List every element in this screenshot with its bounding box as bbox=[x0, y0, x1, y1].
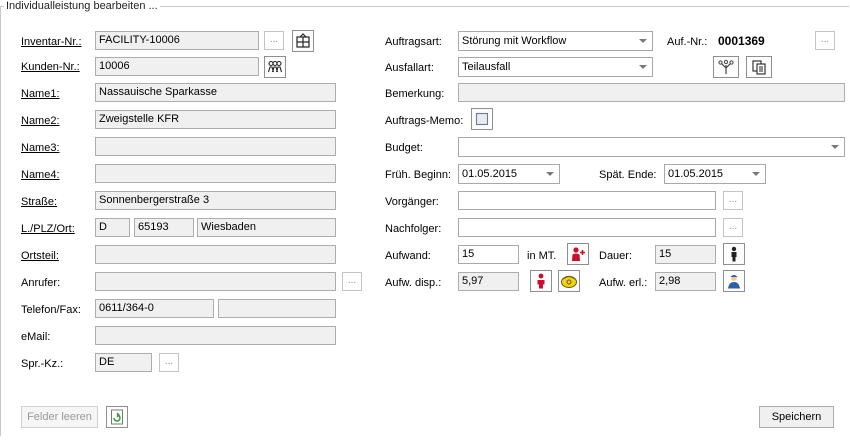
people-group-icon bbox=[267, 60, 283, 73]
memo-label: Auftrags-Memo: bbox=[385, 115, 464, 127]
aufw-disp-label: Aufw. disp.: bbox=[385, 277, 442, 289]
in-mt-label: in MT. bbox=[527, 250, 557, 262]
inventar-icon-button[interactable] bbox=[292, 30, 314, 52]
chevron-down-icon bbox=[639, 39, 647, 43]
fruh-beginn-label: Früh. Beginn: bbox=[385, 169, 452, 181]
inventar-label[interactable]: Inventar-Nr.: bbox=[21, 35, 82, 49]
workflow-button[interactable] bbox=[713, 56, 739, 78]
disp-phone-button[interactable] bbox=[558, 270, 580, 292]
aufw-erl-label: Aufw. erl.: bbox=[599, 277, 648, 289]
telefon-field[interactable]: 0611/364-0 bbox=[95, 299, 214, 318]
name2-label[interactable]: Name2: bbox=[21, 114, 60, 128]
vorganger-label: Vorgänger: bbox=[385, 196, 439, 208]
name4-label[interactable]: Name4: bbox=[21, 168, 60, 182]
lplzort-label[interactable]: L./PLZ/Ort: bbox=[21, 222, 75, 236]
fruh-beginn-value: 01.05.2015 bbox=[462, 168, 518, 180]
nachfolger-label: Nachfolger: bbox=[385, 223, 442, 235]
name4-field[interactable] bbox=[95, 164, 336, 183]
aufnr-label: Auf.-Nr.: bbox=[667, 36, 708, 48]
email-field[interactable] bbox=[95, 326, 336, 345]
ort-field[interactable]: Wiesbaden bbox=[197, 218, 336, 237]
group-title: Individualleistung bearbeiten ... bbox=[4, 0, 160, 12]
name1-field[interactable]: Nassauische Sparkasse bbox=[95, 83, 336, 102]
aufw-disp-field[interactable]: 5,97 bbox=[458, 272, 519, 291]
person-add-icon bbox=[572, 247, 585, 261]
refresh-icon bbox=[111, 409, 123, 425]
bemerkung-label: Bemerkung: bbox=[385, 88, 445, 100]
email-label: eMail: bbox=[21, 331, 51, 343]
name3-field[interactable] bbox=[95, 137, 336, 156]
aufwand-field[interactable]: 15 bbox=[458, 245, 519, 264]
anrufer-label: Anrufer: bbox=[21, 277, 61, 289]
chevron-down-icon bbox=[546, 172, 554, 176]
building-grid-icon bbox=[296, 33, 310, 48]
anrufer-field[interactable] bbox=[95, 272, 336, 291]
aufwand-person-button[interactable] bbox=[567, 243, 589, 265]
ausfallart-select[interactable]: Teilausfall bbox=[458, 57, 653, 77]
kunden-label[interactable]: Kunden-Nr.: bbox=[21, 60, 80, 74]
name2-field[interactable]: Zweigstelle KFR bbox=[95, 110, 336, 129]
bemerkung-field[interactable] bbox=[458, 83, 845, 102]
disp-person-button[interactable] bbox=[530, 270, 552, 292]
anrufer-browse-button[interactable]: ... bbox=[342, 272, 362, 291]
dauer-field[interactable]: 15 bbox=[655, 245, 716, 264]
tree-hierarchy-icon bbox=[718, 59, 734, 74]
sprkz-field[interactable]: DE bbox=[95, 353, 152, 372]
spat-ende-label: Spät. Ende: bbox=[599, 169, 657, 181]
inventar-field[interactable]: FACILITY-10006 bbox=[95, 31, 259, 50]
spat-ende-value: 01.05.2015 bbox=[668, 168, 724, 180]
refresh-button[interactable] bbox=[106, 406, 128, 428]
aufw-erl-field[interactable]: 2,98 bbox=[655, 272, 716, 291]
kunden-icon-button[interactable] bbox=[264, 56, 286, 78]
chevron-down-icon bbox=[831, 145, 839, 149]
land-field[interactable]: D bbox=[95, 218, 130, 237]
ausfallart-value: Teilausfall bbox=[462, 61, 511, 73]
budget-select[interactable] bbox=[458, 137, 845, 157]
aufnr-browse-button[interactable]: ... bbox=[815, 31, 835, 50]
vorganger-field[interactable] bbox=[458, 191, 716, 210]
nachfolger-browse-button[interactable]: ... bbox=[723, 218, 743, 237]
inventar-browse-button[interactable]: ... bbox=[264, 31, 284, 50]
telefon-label: Telefon/Fax: bbox=[21, 304, 81, 316]
felder-leeren-button[interactable]: Felder leeren bbox=[21, 406, 98, 428]
name1-label[interactable]: Name1: bbox=[21, 87, 60, 101]
ortsteil-field[interactable] bbox=[95, 245, 336, 264]
ortsteil-label[interactable]: Ortsteil: bbox=[21, 249, 59, 263]
fax-field[interactable] bbox=[218, 299, 336, 318]
phone-icon bbox=[561, 275, 577, 288]
aufnr-value: 0001369 bbox=[718, 34, 765, 48]
sprkz-browse-button[interactable]: ... bbox=[159, 353, 179, 372]
person-standing-icon bbox=[731, 246, 737, 262]
budget-label: Budget: bbox=[385, 142, 423, 154]
memo-button[interactable] bbox=[471, 108, 493, 130]
plz-field[interactable]: 65193 bbox=[134, 218, 194, 237]
strasse-label[interactable]: Straße: bbox=[21, 195, 57, 209]
documents-copy-icon bbox=[752, 60, 766, 75]
aufwand-label: Aufwand: bbox=[385, 250, 431, 262]
speichern-button[interactable]: Speichern bbox=[759, 406, 834, 428]
person-red-icon bbox=[537, 273, 545, 289]
vorganger-browse-button[interactable]: ... bbox=[723, 191, 743, 210]
spat-ende-date[interactable]: 01.05.2015 bbox=[664, 164, 766, 184]
auftragsart-label: Auftragsart: bbox=[385, 36, 442, 48]
nachfolger-field[interactable] bbox=[458, 218, 716, 237]
strasse-field[interactable]: Sonnenbergerstraße 3 bbox=[95, 191, 336, 210]
chevron-down-icon bbox=[752, 172, 760, 176]
chevron-down-icon bbox=[639, 65, 647, 69]
erl-person-button[interactable] bbox=[723, 270, 745, 292]
auftragsart-value: Störung mit Workflow bbox=[462, 35, 567, 47]
kunden-field[interactable]: 10006 bbox=[95, 57, 259, 76]
dauer-label: Dauer: bbox=[599, 250, 633, 262]
memo-note-icon bbox=[475, 112, 489, 126]
auftragsart-select[interactable]: Störung mit Workflow bbox=[458, 31, 653, 51]
worker-icon bbox=[728, 275, 740, 289]
documents-button[interactable] bbox=[746, 56, 772, 78]
ausfallart-label: Ausfallart: bbox=[385, 62, 434, 74]
group-frame-left bbox=[0, 6, 1, 436]
fruh-beginn-date[interactable]: 01.05.2015 bbox=[458, 164, 560, 184]
dauer-person-button[interactable] bbox=[723, 243, 745, 265]
name3-label[interactable]: Name3: bbox=[21, 141, 60, 155]
sprkz-label: Spr.-Kz.: bbox=[21, 358, 64, 370]
